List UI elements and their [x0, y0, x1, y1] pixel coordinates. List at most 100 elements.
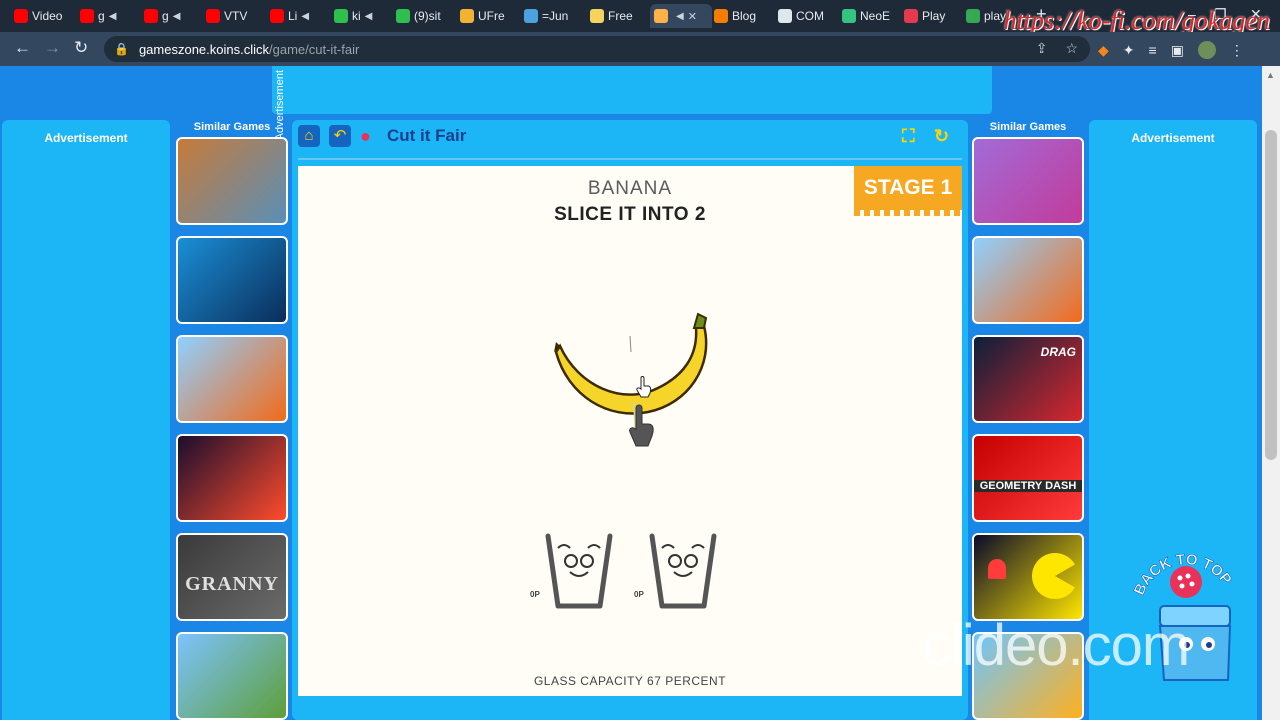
side-panel-icon[interactable]: ▣ [1171, 42, 1184, 59]
browser-tab[interactable]: =Jun [524, 4, 584, 28]
browser-tab[interactable]: Play [904, 4, 962, 28]
browser-tab[interactable]: g ◀ [80, 4, 138, 28]
tab-label: g [98, 9, 105, 23]
glass-cup [544, 532, 614, 615]
back-arrow-icon[interactable]: ← [14, 38, 31, 58]
scrollbar-thumb[interactable] [1265, 130, 1277, 460]
tab-label: VTV [224, 9, 248, 23]
browser-tab[interactable]: COM [778, 4, 836, 28]
glass-capacity-text: GLASS CAPACITY 67 PERCENT [533, 674, 727, 688]
home-icon[interactable]: ⌂ [298, 125, 320, 147]
similar-game-thumbnail[interactable]: GRANNY [176, 533, 288, 621]
similar-game-thumbnail[interactable] [176, 137, 288, 225]
browser-tab[interactable]: Li ◀ [270, 4, 328, 28]
browser-tab[interactable]: g ◀ [144, 4, 202, 28]
tab-favicon-icon [590, 9, 604, 23]
similar-game-thumbnail[interactable]: DRAG [972, 335, 1084, 423]
tab-favicon-icon [842, 9, 856, 23]
browser-tab[interactable]: UFre [460, 4, 518, 28]
profile-avatar[interactable] [1197, 41, 1216, 59]
glass-cup [648, 532, 718, 615]
stage-badge-fringe [854, 210, 962, 216]
metamask-extension-icon[interactable]: ◆ [1098, 42, 1109, 59]
tab-label: COM [796, 9, 824, 23]
game-header: ⌂ ↶ ● Cut it Fair ⛶ ↻ [292, 120, 968, 156]
game-frame: ⌂ ↶ ● Cut it Fair ⛶ ↻ BANANA SLICE IT IN… [292, 120, 968, 720]
tab-favicon-icon [904, 9, 918, 23]
tab-muted-icon[interactable]: ◀ [676, 11, 684, 22]
tab-favicon-icon [714, 9, 728, 23]
tab-label: UFre [478, 9, 505, 23]
tab-favicon-icon [460, 9, 474, 23]
reload-icon[interactable]: ↻ [74, 38, 88, 58]
cup-percent-label: 0P [530, 590, 540, 599]
similar-game-thumbnail[interactable] [972, 533, 1084, 621]
browser-tab-bar: Video g ◀ g ◀ VTV Li ◀ ki ◀ (9)sit UFre =Jun Free ◀ ✕ Bl… [0, 0, 1280, 35]
scroll-up-icon[interactable]: ▲ [1266, 70, 1275, 80]
similar-games-title-right: Similar Games [989, 121, 1067, 133]
forward-arrow-icon[interactable]: → [44, 38, 61, 58]
share-icon[interactable]: ⇪ [1036, 40, 1048, 57]
similar-game-thumbnail[interactable] [972, 236, 1084, 324]
back-icon[interactable]: ↶ [329, 125, 351, 147]
pacman-icon [1032, 553, 1078, 599]
header-divider [298, 158, 962, 160]
tab-favicon-icon [80, 9, 94, 23]
page-scrollbar[interactable]: ▲ [1262, 66, 1280, 720]
browser-tab[interactable]: Video [14, 4, 74, 28]
top-advertisement[interactable]: Advertisement [272, 66, 992, 140]
tab-close-icon[interactable]: ✕ [688, 10, 697, 23]
tab-label: ki [352, 9, 361, 23]
cursor-hand-icon [636, 376, 652, 398]
browser-menu-icon[interactable]: ⋮ [1230, 42, 1244, 59]
tab-muted-icon[interactable]: ◀ [109, 11, 117, 22]
address-bar[interactable]: 🔒 gameszone.koins.click/game/cut-it-fair… [104, 36, 1090, 62]
left-similar-games: Similar Games GRANNY [172, 120, 292, 720]
game-canvas[interactable]: BANANA SLICE IT INTO 2 STAGE 1 0P 0P GLAS… [298, 166, 962, 696]
similar-game-thumbnail[interactable] [176, 335, 288, 423]
game-logo-icon: ● [360, 126, 371, 146]
similar-game-thumbnail[interactable] [972, 137, 1084, 225]
extensions-puzzle-icon[interactable]: ✦ [1123, 42, 1135, 59]
browser-tab[interactable]: Blog [714, 4, 772, 28]
refresh-icon[interactable]: ↻ [934, 126, 949, 147]
tab-muted-icon[interactable]: ◀ [301, 11, 309, 22]
media-control-icon[interactable]: ≡ [1149, 42, 1157, 58]
browser-tab[interactable]: Free [590, 4, 646, 28]
browser-tab[interactable]: ◀ ✕ [650, 4, 712, 28]
browser-tab[interactable]: VTV [206, 4, 264, 28]
url-host: gameszone.koins.click [138, 41, 270, 57]
browser-tab[interactable]: ki ◀ [334, 4, 392, 28]
tab-favicon-icon [144, 9, 158, 23]
tab-label: NeoE [860, 9, 891, 23]
similar-game-thumbnail[interactable]: GEOMETRY DASH [972, 434, 1084, 522]
tab-label: Video [32, 9, 63, 23]
back-to-top-ball-icon [1170, 566, 1202, 598]
left-advertisement[interactable]: Advertisement [2, 120, 170, 720]
thumbnail-title-text: DRAG [1040, 345, 1076, 359]
similar-game-thumbnail[interactable] [176, 434, 288, 522]
tab-label: Free [608, 9, 633, 23]
tab-label: g [162, 9, 169, 23]
tab-favicon-icon [654, 9, 668, 23]
similar-game-thumbnail[interactable] [176, 236, 288, 324]
tab-favicon-icon [14, 9, 28, 23]
lock-icon: 🔒 [114, 42, 129, 56]
cup-percent-label: 0P [634, 590, 644, 599]
ghost-icon [988, 559, 1006, 579]
browser-tab[interactable]: NeoE [842, 4, 898, 28]
tab-label: Play [922, 9, 946, 23]
tab-muted-icon[interactable]: ◀ [365, 11, 373, 22]
stage-badge: STAGE 1 [854, 166, 962, 210]
fullscreen-icon[interactable]: ⛶ [902, 126, 915, 147]
tab-muted-icon[interactable]: ◀ [173, 11, 181, 22]
bookmark-star-icon[interactable]: ☆ [1065, 40, 1078, 57]
clideo-watermark: clideo.com [922, 613, 1190, 678]
tab-favicon-icon [334, 9, 348, 23]
browser-tab[interactable]: (9)sit [396, 4, 454, 28]
tab-favicon-icon [396, 9, 410, 23]
left-ad-label: Advertisement [44, 131, 128, 145]
tab-label: Blog [732, 9, 757, 23]
tab-favicon-icon [206, 9, 220, 23]
similar-game-thumbnail[interactable] [176, 632, 288, 720]
